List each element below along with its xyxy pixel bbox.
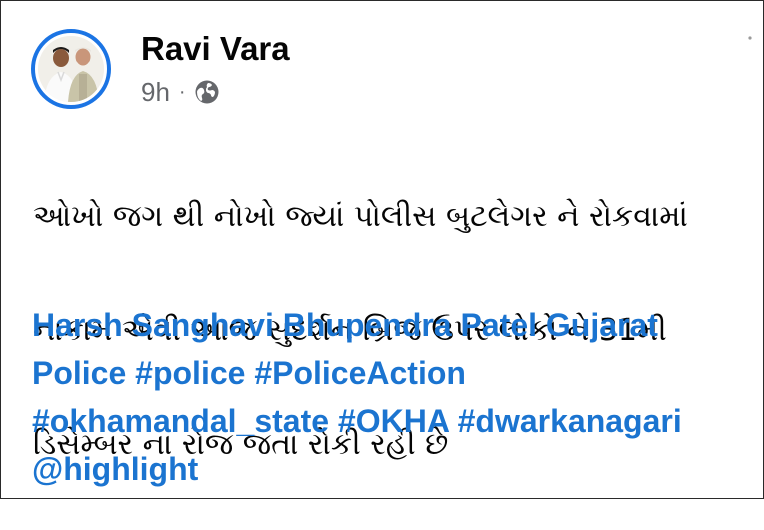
tags-line: #okhamandal_state #OKHA #dwarkanagari (32, 397, 760, 445)
hashtag-dwarkanagari[interactable]: #dwarkanagari (458, 403, 682, 439)
post-tags: Harsh Sanghavi Bhupendra Patel Gujarat P… (32, 301, 760, 493)
hashtag-okha[interactable]: #OKHA (338, 403, 449, 439)
mention-gujarat-police-part2[interactable]: Police (32, 355, 126, 391)
tags-line: @highlight (32, 445, 760, 493)
post-header: Ravi Vara 9h · (31, 29, 290, 113)
more-options-icon[interactable] (743, 31, 757, 45)
globe-icon[interactable] (194, 79, 220, 105)
mention-gujarat-police-part1[interactable]: Gujarat (546, 307, 658, 343)
mention-bhupendra-patel[interactable]: Bhupendra Patel (283, 307, 537, 343)
tags-line: Harsh Sanghavi Bhupendra Patel Gujarat (32, 301, 760, 349)
post-time[interactable]: 9h (141, 77, 170, 107)
hashtag-policeaction[interactable]: #PoliceAction (254, 355, 466, 391)
hashtag-okhamandal-state[interactable]: #okhamandal_state (32, 403, 329, 439)
post-meta: 9h · (141, 77, 290, 107)
meta-separator: · (178, 81, 186, 103)
hashtag-police[interactable]: #police (135, 355, 245, 391)
mention-harsh-sanghavi[interactable]: Harsh Sanghavi (32, 307, 274, 343)
message-line: ઓખો જગ થી નોખો જ્યાં પોલીસ બુટલેગર ને રો… (33, 199, 688, 234)
header-text: Ravi Vara 9h · (141, 29, 290, 107)
profile-photo-icon (38, 36, 104, 102)
mention-highlight[interactable]: @highlight (32, 451, 198, 487)
post-card: Ravi Vara 9h · ઓખો જગ થી નોખો જ્યાં પોલી… (0, 0, 764, 499)
author-name[interactable]: Ravi Vara (141, 29, 290, 69)
avatar[interactable] (31, 29, 111, 109)
tags-line: Police #police #PoliceAction (32, 349, 760, 397)
